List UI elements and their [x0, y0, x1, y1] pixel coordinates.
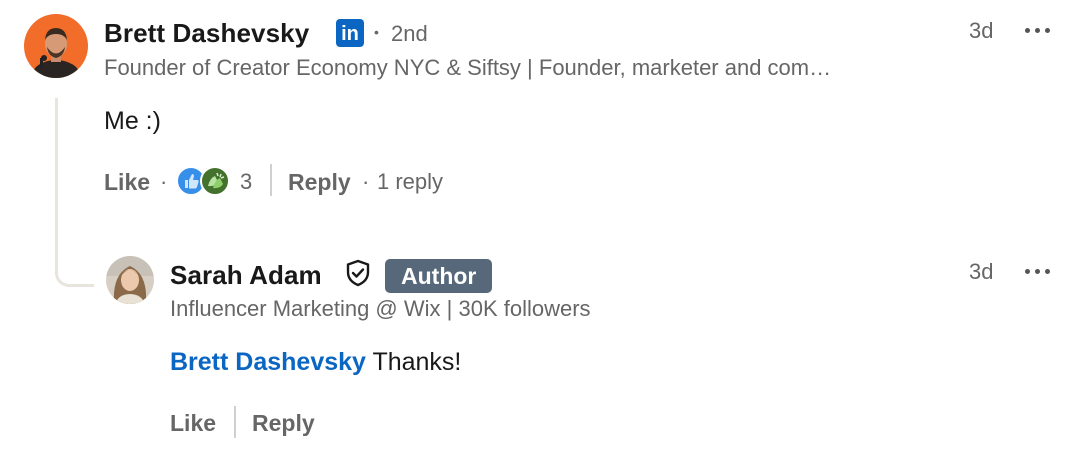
author-badge: Author — [385, 259, 493, 293]
comment-timestamp: 3d — [969, 18, 994, 43]
like-separator: · — [160, 169, 168, 194]
reply-separator: · — [362, 169, 370, 194]
reply-actions-divider — [234, 406, 236, 438]
reply-more-options-icon[interactable] — [1025, 269, 1050, 274]
comment-reply-button[interactable]: Reply — [288, 169, 351, 196]
reply-reply-button[interactable]: Reply — [252, 410, 315, 437]
shield-check-icon — [343, 258, 373, 288]
reply-timestamp: 3d — [969, 259, 994, 284]
mention-link[interactable]: Brett Dashevsky — [170, 348, 366, 376]
connection-degree: 2nd — [391, 21, 428, 46]
reply-author-name[interactable]: Sarah Adam — [170, 260, 322, 291]
reply-body-text: Thanks! — [372, 348, 462, 376]
comment-like-button[interactable]: Like — [104, 169, 150, 196]
reaction-count[interactable]: 3 — [240, 169, 252, 195]
linkedin-logo-icon: in — [336, 19, 364, 47]
reactions-summary[interactable] — [176, 164, 234, 198]
actions-divider — [270, 164, 272, 196]
thread-connector-line — [55, 98, 94, 287]
comment-body: Me :) — [104, 107, 161, 135]
degree-separator: • — [374, 24, 379, 40]
comment-author-name[interactable]: Brett Dashevsky — [104, 18, 309, 49]
linkedin-logo-text: in — [341, 23, 359, 45]
reply-count-link[interactable]: 1 reply — [377, 169, 443, 195]
celebrate-reaction-icon — [200, 166, 230, 196]
reply-author-headline: Influencer Marketing @ Wix | 30K followe… — [170, 296, 591, 321]
sarah-avatar[interactable] — [106, 256, 154, 304]
comment-more-options-icon[interactable] — [1025, 28, 1050, 33]
reply-body: Brett Dashevsky Thanks! — [170, 348, 461, 377]
comment-author-headline: Founder of Creator Economy NYC & Siftsy … — [104, 55, 832, 80]
brett-avatar[interactable] — [24, 14, 88, 78]
reply-like-button[interactable]: Like — [170, 410, 216, 437]
